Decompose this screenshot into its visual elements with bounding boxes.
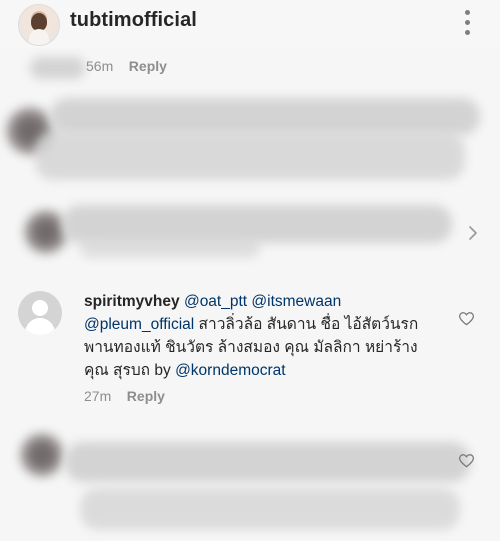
- more-dot-icon: [465, 30, 470, 35]
- more-vertical-icon[interactable]: [462, 10, 472, 36]
- mention-link[interactable]: @pleum_official: [84, 316, 194, 333]
- blurred-avatar: [24, 210, 68, 254]
- mention-link[interactable]: @korndemocrat: [175, 362, 286, 379]
- reply-button[interactable]: Reply: [129, 58, 167, 74]
- post-header: tubtimofficial: [0, 0, 500, 48]
- mention-link[interactable]: @oat_ptt: [184, 293, 247, 310]
- blurred-comment-text: [50, 98, 480, 135]
- comment-time: 56m: [86, 58, 114, 74]
- mention-link[interactable]: @itsmewaan: [251, 293, 341, 310]
- header-username[interactable]: tubtimofficial: [70, 9, 197, 32]
- more-dot-icon: [465, 20, 470, 25]
- reply-button[interactable]: Reply: [127, 388, 165, 404]
- blurred-avatar: [20, 433, 64, 477]
- blurred-comment-text: [35, 132, 465, 180]
- comment-avatar[interactable]: [18, 291, 62, 335]
- blurred-comment-text: [65, 442, 470, 482]
- profile-avatar[interactable]: [18, 4, 60, 46]
- heart-icon[interactable]: [459, 312, 474, 326]
- blurred-username: [30, 57, 85, 79]
- comment-body: spiritmyvhey @oat_ptt @itsmewaan @pleum_…: [84, 290, 434, 382]
- heart-icon[interactable]: [459, 454, 474, 468]
- comment-meta: 27m Reply: [84, 388, 165, 404]
- chevron-right-icon[interactable]: [468, 226, 478, 240]
- blurred-comment-text: [80, 238, 260, 258]
- comment-username[interactable]: spiritmyvhey: [84, 293, 180, 310]
- instagram-comments-screen: tubtimofficial 56m Reply spiritmyvhey @o…: [0, 0, 500, 541]
- comment-meta: 56m Reply: [86, 58, 167, 74]
- more-dot-icon: [465, 10, 470, 15]
- comment-time: 27m: [84, 388, 112, 404]
- blurred-comment-text: [80, 488, 460, 530]
